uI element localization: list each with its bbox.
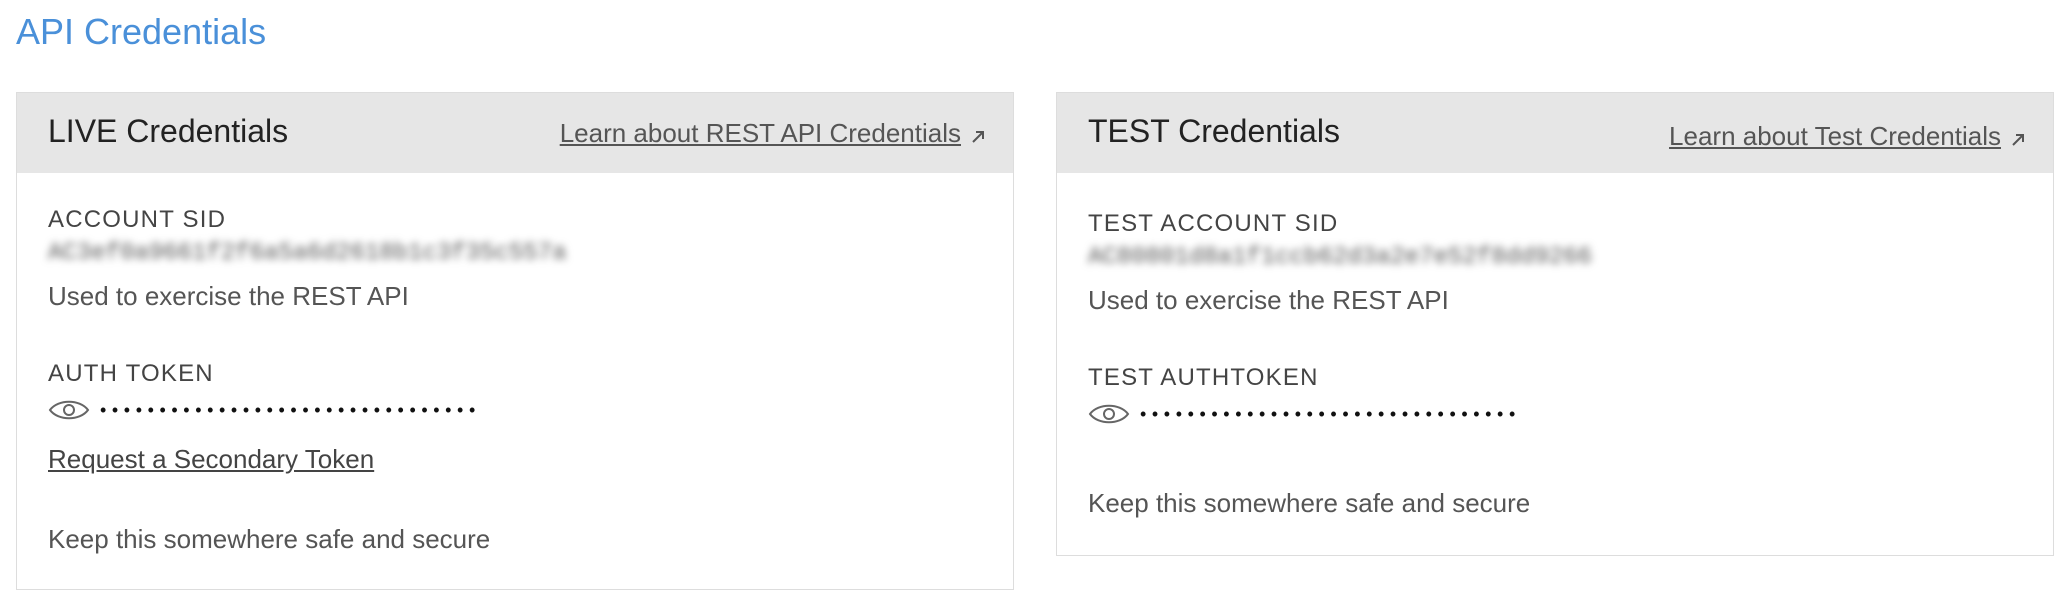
auth-token-help: Keep this somewhere safe and secure — [48, 524, 491, 554]
account-sid-value[interactable]: AC3ef0a9661f2f6a5a6d2618b1c3f35c557a — [48, 239, 566, 269]
external-link-icon — [2009, 122, 2027, 158]
test-authtoken-help: Keep this somewhere safe and secure — [1088, 488, 1531, 518]
learn-rest-api-credentials-label: Learn about REST API Credentials — [559, 118, 961, 148]
page-title: API Credentials — [16, 11, 267, 52]
learn-rest-api-credentials-link[interactable]: Learn about REST API Credentials — [560, 115, 987, 155]
test-panel-title: TEST Credentials — [1088, 113, 1340, 149]
learn-test-credentials-label: Learn about Test Credentials — [1669, 121, 2001, 151]
auth-token-masked: •••••••••••••••••••••••••••••••• — [100, 400, 481, 420]
test-account-sid-label: TEST ACCOUNT SID — [1088, 210, 1339, 237]
eye-icon[interactable] — [48, 395, 90, 425]
account-sid-help: Used to exercise the REST API — [48, 281, 409, 311]
account-sid-label: ACCOUNT SID — [48, 206, 227, 233]
live-credentials-panel: LIVE Credentials Learn about REST API Cr… — [16, 92, 1014, 590]
live-panel-title: LIVE Credentials — [48, 113, 289, 149]
test-panel-header: TEST Credentials Learn about Test Creden… — [1057, 93, 2053, 173]
eye-icon[interactable] — [1088, 399, 1130, 429]
test-authtoken-label: TEST AUTHTOKEN — [1088, 364, 1319, 391]
auth-token-label: AUTH TOKEN — [48, 360, 214, 387]
learn-test-credentials-link[interactable]: Learn about Test Credentials — [1669, 118, 2027, 158]
request-secondary-token-link[interactable]: Request a Secondary Token — [48, 442, 374, 476]
external-link-icon — [969, 119, 987, 155]
auth-token-row: •••••••••••••••••••••••••••••••• — [48, 393, 481, 427]
test-authtoken-row: •••••••••••••••••••••••••••••••• — [1088, 397, 1521, 431]
test-authtoken-masked: •••••••••••••••••••••••••••••••• — [1140, 404, 1521, 424]
live-panel-header: LIVE Credentials Learn about REST API Cr… — [17, 93, 1013, 173]
test-account-sid-value[interactable]: AC80801d8a1f1ccb62d3a2e7e52f8dd9266 — [1088, 243, 1592, 273]
test-account-sid-help: Used to exercise the REST API — [1088, 285, 1449, 315]
test-credentials-panel: TEST Credentials Learn about Test Creden… — [1056, 92, 2054, 556]
